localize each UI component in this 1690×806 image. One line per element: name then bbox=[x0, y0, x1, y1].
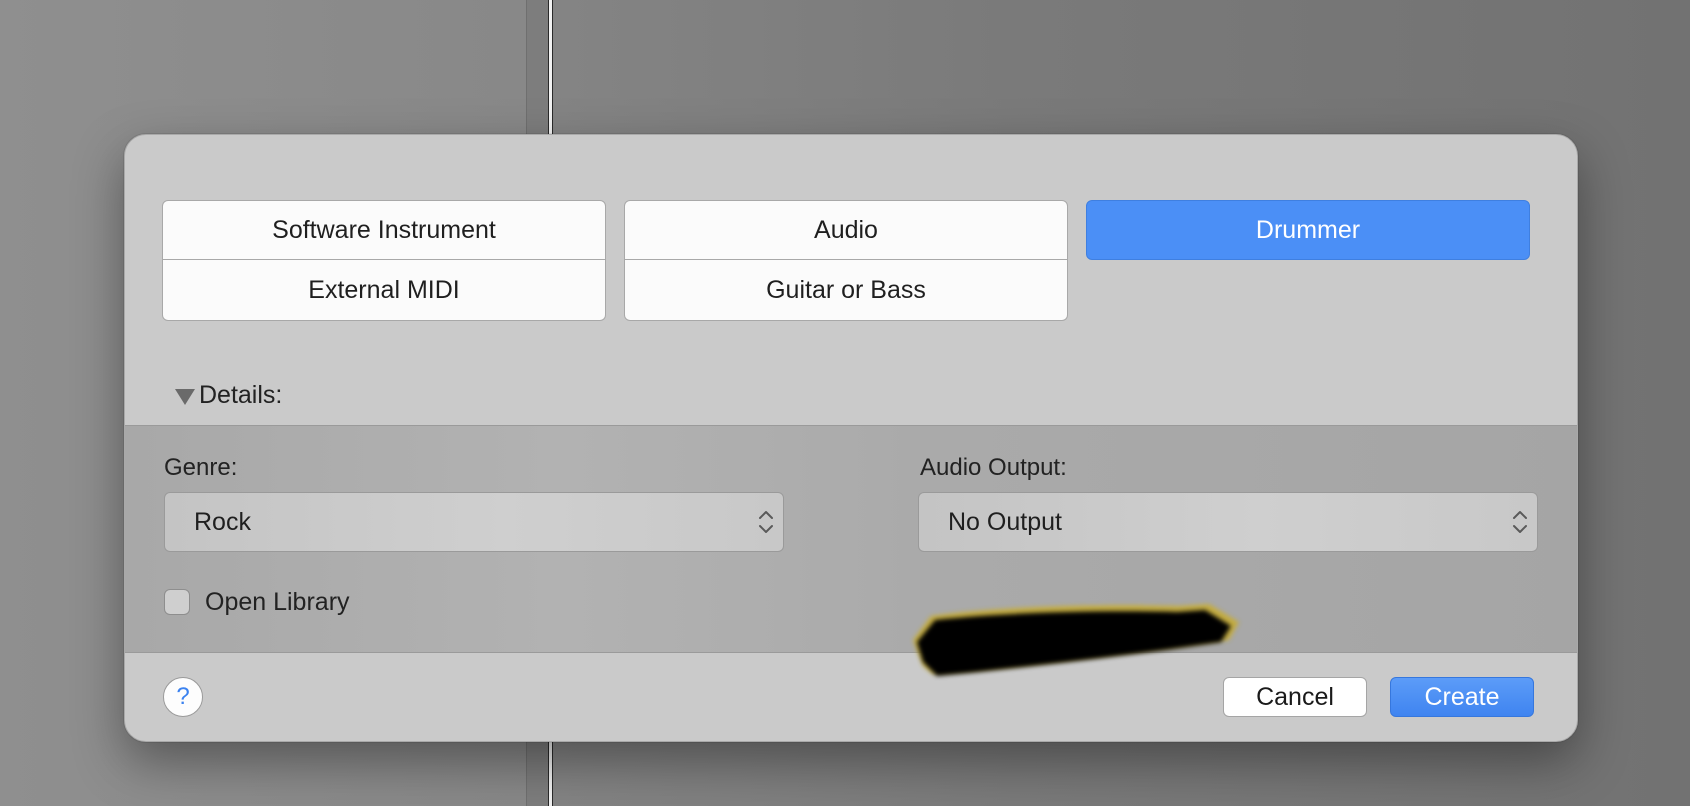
open-library-checkbox[interactable] bbox=[164, 589, 190, 615]
help-icon: ? bbox=[176, 683, 190, 710]
new-track-dialog: Software Instrument External MIDI Audio … bbox=[124, 134, 1578, 742]
track-type-software-instrument-button[interactable]: Software Instrument bbox=[162, 200, 606, 260]
track-type-audio-button[interactable]: Audio bbox=[624, 200, 1068, 260]
cancel-button[interactable]: Cancel bbox=[1223, 677, 1367, 717]
track-type-guitar-or-bass-button[interactable]: Guitar or Bass bbox=[624, 260, 1068, 321]
genre-value: Rock bbox=[194, 507, 251, 536]
genre-popup[interactable]: Rock bbox=[164, 492, 784, 552]
up-down-chevron-icon bbox=[1513, 511, 1527, 533]
disclosure-triangle-icon bbox=[175, 388, 195, 405]
create-button[interactable]: Create bbox=[1390, 677, 1534, 717]
audio-output-popup[interactable]: No Output bbox=[918, 492, 1538, 552]
track-type-drummer-button[interactable]: Drummer bbox=[1086, 200, 1530, 260]
track-type-external-midi-button[interactable]: External MIDI bbox=[162, 260, 606, 321]
details-label: Details: bbox=[199, 381, 283, 409]
audio-output-value: No Output bbox=[948, 507, 1062, 536]
details-panel: Genre: Rock Audio Output: No Output Open… bbox=[125, 425, 1577, 676]
help-button[interactable]: ? bbox=[163, 677, 203, 717]
genre-label: Genre: bbox=[164, 454, 238, 481]
audio-output-label: Audio Output: bbox=[920, 454, 1067, 481]
details-disclosure[interactable]: Details: bbox=[175, 381, 282, 410]
up-down-chevron-icon bbox=[759, 511, 773, 533]
open-library-label: Open Library bbox=[205, 588, 350, 616]
redaction-mark bbox=[913, 604, 1239, 676]
